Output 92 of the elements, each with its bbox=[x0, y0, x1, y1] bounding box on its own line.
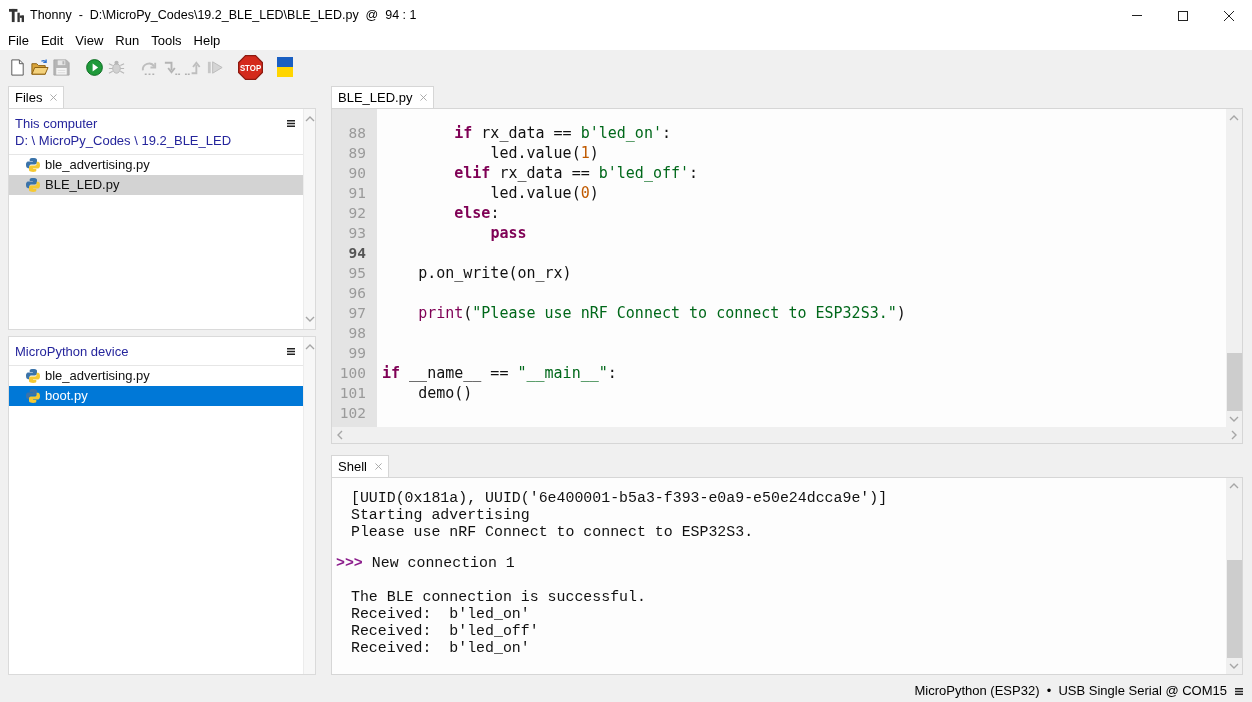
minimize-icon bbox=[1132, 15, 1142, 16]
menu-icon[interactable] bbox=[287, 120, 295, 127]
shell-output-line: The BLE connection is successful. bbox=[351, 589, 646, 606]
scrollbar[interactable] bbox=[1226, 109, 1242, 427]
line-number: 100 bbox=[339, 364, 366, 383]
shell-output-line: Please use nRF Connect to connect to ESP32S3. bbox=[351, 524, 754, 541]
folder-icon bbox=[29, 57, 49, 77]
scrollbar[interactable] bbox=[303, 337, 315, 674]
code-line: else: bbox=[454, 203, 500, 223]
chevron-down-icon[interactable] bbox=[1229, 416, 1239, 422]
file-type-icon bbox=[25, 157, 41, 173]
scrollbar[interactable] bbox=[1226, 478, 1242, 674]
list-row[interactable]: ble_advertising.py bbox=[9, 155, 303, 175]
list-row[interactable]: ble_advertising.py bbox=[9, 366, 303, 386]
shell-output-line: Received: b'led_on' bbox=[351, 640, 530, 657]
close-icon[interactable] bbox=[50, 94, 58, 101]
code-line: print("Please use nRF Connect to connect to ESP32S3.") bbox=[418, 303, 906, 323]
file-name: ble_advertising.py bbox=[45, 156, 150, 175]
close-icon[interactable] bbox=[374, 463, 382, 470]
maximize-icon bbox=[1178, 10, 1188, 21]
menu-icon[interactable] bbox=[287, 348, 295, 355]
section-title: MicroPython device bbox=[15, 343, 129, 360]
window-title: Thonny - D:\MicroPy_Codes\19.2_BLE_LED\BLE_LED.py @ 94 : 1 bbox=[30, 7, 417, 25]
file-type-icon bbox=[25, 177, 41, 193]
code-line: if rx_data == b'led_on': bbox=[454, 123, 671, 143]
menu-item[interactable]: View bbox=[69, 31, 110, 50]
flag-icon bbox=[277, 57, 293, 77]
chevron-up-icon[interactable] bbox=[304, 344, 315, 350]
code-line: p.on_write(on_rx) bbox=[418, 263, 572, 283]
section-title: This computer bbox=[15, 115, 99, 132]
scrollbar[interactable] bbox=[332, 427, 1242, 443]
line-number: 90 bbox=[348, 164, 366, 183]
menu-item[interactable]: Edit bbox=[34, 31, 70, 50]
line-number: 102 bbox=[339, 404, 366, 423]
line-number: 101 bbox=[339, 384, 366, 403]
file-name: BLE_LED.py bbox=[45, 176, 120, 195]
shell-prompt: >>> bbox=[336, 555, 363, 572]
line-number: 95 bbox=[348, 264, 366, 283]
chevron-up-icon[interactable] bbox=[1229, 115, 1239, 121]
tab[interactable]: BLE_LED.py bbox=[331, 86, 435, 108]
scrollbar[interactable] bbox=[303, 109, 315, 329]
shell-output-line: Received: b'led_off' bbox=[351, 623, 539, 640]
list-row[interactable]: boot.py bbox=[9, 386, 303, 406]
menu-item[interactable]: Tools bbox=[145, 31, 188, 50]
code-line: led.value(0) bbox=[490, 183, 599, 203]
line-number: 94 bbox=[348, 244, 366, 263]
chevron-right-icon[interactable] bbox=[1231, 430, 1237, 440]
shell-output-line: Starting advertising bbox=[351, 507, 530, 524]
code-line: if __name__ == "__main__": bbox=[382, 363, 617, 383]
line-number: 92 bbox=[348, 204, 366, 223]
line-number: 88 bbox=[348, 124, 366, 143]
tab[interactable]: Files bbox=[8, 86, 65, 108]
chevron-down-icon[interactable] bbox=[1229, 663, 1239, 669]
menu-item[interactable]: File bbox=[2, 31, 35, 50]
status-text[interactable]: MicroPython (ESP32) • USB Single Serial @ COM15 bbox=[914, 681, 1227, 701]
shell-console[interactable] bbox=[331, 477, 1243, 675]
menu-item[interactable]: Help bbox=[187, 31, 227, 50]
scrollbar-thumb[interactable] bbox=[1226, 560, 1242, 658]
code-line: pass bbox=[490, 223, 527, 243]
shell-output-line: [UUID(0x181a), UUID('6e400001-b5a3-f393-e0a9-e50e24dcca9e')] bbox=[351, 490, 888, 507]
line-number: 89 bbox=[348, 144, 366, 163]
line-number: 99 bbox=[348, 344, 366, 363]
path-breadcrumb[interactable]: D: \ MicroPy_Codes \ 19.2_BLE_LED bbox=[15, 132, 232, 149]
tab[interactable]: Shell bbox=[331, 455, 389, 477]
code-line: demo() bbox=[418, 383, 473, 403]
code-line: elif rx_data == b'led_off': bbox=[454, 163, 699, 183]
chevron-left-icon[interactable] bbox=[337, 430, 343, 440]
file-type-icon bbox=[25, 388, 41, 404]
file-name: boot.py bbox=[45, 387, 88, 406]
list-row[interactable]: BLE_LED.py bbox=[9, 175, 303, 195]
stop-button[interactable]: STOP bbox=[237, 53, 263, 81]
chevron-up-icon[interactable] bbox=[1229, 483, 1239, 489]
file-name: ble_advertising.py bbox=[45, 367, 150, 386]
close-icon bbox=[1224, 10, 1234, 21]
line-number: 96 bbox=[348, 284, 366, 303]
code-editor[interactable] bbox=[331, 108, 1243, 444]
file-type-icon bbox=[25, 368, 41, 384]
line-number: 98 bbox=[348, 324, 366, 343]
chevron-down-icon[interactable] bbox=[304, 316, 315, 322]
code-line: led.value(1) bbox=[490, 143, 599, 163]
line-number: 91 bbox=[348, 184, 366, 203]
menu-icon[interactable] bbox=[1235, 687, 1243, 695]
menu-item[interactable]: Run bbox=[109, 31, 146, 50]
shell-output-line: Received: b'led_on' bbox=[351, 606, 530, 623]
chevron-up-icon[interactable] bbox=[304, 116, 315, 122]
close-icon[interactable] bbox=[420, 94, 428, 101]
line-number: 93 bbox=[348, 224, 366, 243]
app-logo-icon bbox=[9, 8, 24, 23]
play-icon bbox=[84, 57, 104, 77]
shell-output-line: New connection 1 bbox=[371, 555, 515, 572]
line-number: 97 bbox=[348, 304, 366, 323]
scrollbar-thumb[interactable] bbox=[1226, 353, 1242, 411]
